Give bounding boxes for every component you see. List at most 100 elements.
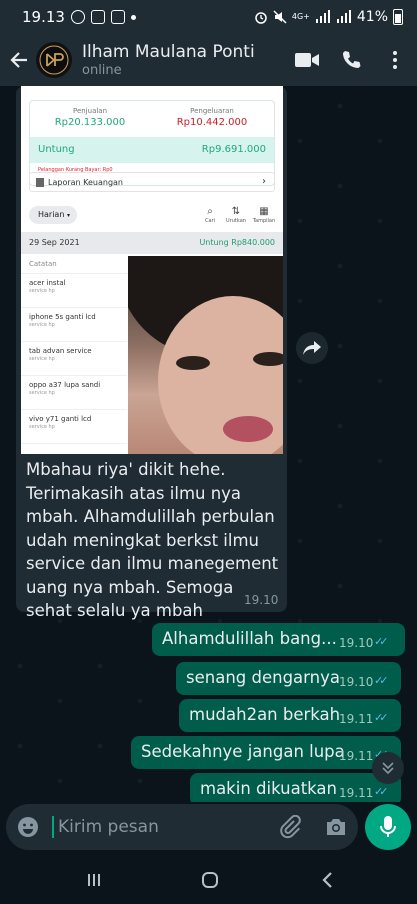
period-filter: Harian ▾: [29, 206, 77, 224]
alarm-icon: [255, 12, 267, 24]
profit-bar: Untung Rp9.691.000: [30, 137, 274, 163]
video-call-button[interactable]: [285, 38, 329, 82]
list-item: acer instal service hp: [21, 274, 127, 308]
report-row: Laporan Keuangan ›: [29, 172, 275, 192]
day-profit: Untung Rp840.000: [199, 238, 275, 247]
battery-percentage: 41%: [356, 9, 388, 25]
camera-icon[interactable]: [324, 815, 348, 839]
chat-header: Ilham Maulana Ponti online: [0, 34, 417, 86]
outgoing-message-time: 19.10: [339, 675, 374, 689]
status-left: 19.13: [22, 8, 136, 26]
incoming-message-text: Mbahau riya' dikit hehe. Terimakasih ata…: [26, 460, 279, 620]
back-nav-button[interactable]: [312, 868, 342, 892]
shared-screenshot-image[interactable]: Penjualan Rp20.133.000 Pengeluaran Rp10.…: [21, 86, 283, 454]
period-filter-label: Harian: [38, 210, 65, 219]
outgoing-message-bubble[interactable]: mudah2an berkah 19.11 ✓✓: [179, 699, 401, 732]
whatsapp-notification-icon: [70, 10, 85, 24]
battery-icon: [393, 9, 403, 25]
outgoing-message-text: makin dikuatkan: [200, 779, 338, 798]
home-icon: [202, 872, 218, 888]
search-icon: ⌕: [207, 206, 213, 217]
sales-value: Rp20.133.000: [54, 117, 126, 128]
chevron-left-icon: [322, 872, 332, 888]
sales-column: Penjualan Rp20.133.000: [30, 107, 150, 128]
search-tool: ⌕ Cari: [197, 206, 223, 224]
forward-arrow-icon: [303, 341, 321, 355]
signal-icon: [315, 10, 330, 23]
video-camera-icon: [295, 53, 319, 67]
sort-tool: ⇅ Urutkan: [223, 206, 249, 224]
forward-button[interactable]: [296, 332, 328, 364]
outgoing-message-bubble[interactable]: Sedekahnye jangan lupa 19.11 ✓✓: [131, 736, 401, 769]
outgoing-message-text: Alhamdulillah bang...: [162, 629, 337, 648]
photo-eye: [253, 352, 283, 366]
report-icon: [36, 178, 44, 187]
notification-icon: [110, 10, 125, 24]
item-title: vivo y71 ganti lcd: [29, 415, 92, 423]
outgoing-message-bubble[interactable]: makin dikuatkan 19.11 ✓✓: [190, 773, 401, 802]
list-header: Catatan: [21, 256, 127, 274]
message-input-placeholder: Kirim pesan: [58, 817, 159, 837]
emoji-icon[interactable]: [16, 815, 40, 839]
outgoing-message-time: 19.11: [339, 786, 374, 800]
signal-icon-2: [336, 10, 351, 23]
voice-message-button[interactable]: [365, 804, 411, 850]
view-tool-label: Tampilan: [252, 218, 276, 224]
item-subtitle: service hp: [29, 322, 55, 328]
expense-column: Pengeluaran Rp10.442.000: [152, 107, 272, 128]
message-composer: Kirim pesan: [0, 802, 417, 854]
contact-name: Ilham Maulana Ponti: [82, 42, 255, 62]
item-subtitle: service hp: [29, 390, 55, 396]
item-title: oppo a37 lupa sandi: [29, 381, 101, 389]
contact-info[interactable]: Ilham Maulana Ponti online: [82, 42, 285, 78]
system-navigation-bar: [0, 856, 417, 904]
date-row: 29 Sep 2021 Untung Rp840.000: [21, 232, 283, 254]
double-chevron-down-icon: [382, 762, 394, 775]
list-item: tab advan service service hp: [21, 342, 127, 376]
screenshot-finance-app: Penjualan Rp20.133.000 Pengeluaran Rp10.…: [21, 86, 283, 256]
recent-apps-icon: [88, 874, 100, 886]
chat-area[interactable]: Penjualan Rp20.133.000 Pengeluaran Rp10.…: [0, 86, 417, 802]
list-item: iphone 5s ganti lcd service hp: [21, 308, 127, 342]
read-receipt-icon: ✓✓: [374, 674, 389, 687]
item-title: acer instal: [29, 279, 66, 287]
home-button[interactable]: [195, 868, 225, 892]
recent-apps-button[interactable]: [79, 868, 109, 892]
message-input-box[interactable]: Kirim pesan: [6, 804, 358, 850]
item-subtitle: service hp: [29, 356, 55, 362]
transaction-list: Catatan acer instal service hp iphone 5s …: [21, 256, 127, 454]
microphone-icon: [380, 816, 396, 837]
arrow-left-icon: [10, 52, 27, 68]
contact-logo-icon: [39, 45, 69, 75]
profit-label: Untung: [38, 144, 75, 155]
sales-label: Penjualan: [72, 107, 108, 115]
outgoing-message-time: 19.11: [339, 712, 374, 726]
network-type: 4G+: [291, 12, 310, 21]
read-receipt-icon: ✓✓: [374, 635, 389, 648]
chevron-right-icon: ›: [262, 176, 266, 187]
outgoing-message-bubble[interactable]: senang dengarnya 19.10 ✓✓: [176, 662, 401, 695]
view-icon: ▦: [259, 206, 269, 217]
voice-call-button[interactable]: [329, 38, 373, 82]
search-tool-label: Cari: [205, 218, 215, 224]
photo-lips: [223, 416, 273, 442]
outgoing-message-bubble[interactable]: Alhamdulillah bang... 19.10 ✓✓: [152, 623, 405, 656]
paperclip-icon[interactable]: [278, 815, 302, 839]
more-options-button[interactable]: [373, 38, 417, 82]
read-receipt-icon: ✓✓: [374, 785, 389, 798]
read-receipt-icon: ✓✓: [374, 711, 389, 724]
kebab-menu-icon: [393, 51, 397, 69]
scroll-to-bottom-button[interactable]: [372, 752, 404, 784]
back-button[interactable]: [4, 40, 34, 80]
incoming-message-time: 19.10: [244, 593, 279, 607]
phone-icon: [343, 51, 361, 68]
item-subtitle: service hp: [29, 424, 55, 430]
item-title: iphone 5s ganti lcd: [29, 313, 96, 321]
status-right: 4G+ 41%: [254, 9, 403, 25]
avatar[interactable]: [36, 42, 72, 78]
sort-tool-label: Urutkan: [226, 218, 246, 224]
report-label: Laporan Keuangan: [48, 178, 123, 187]
outgoing-message-time: 19.11: [339, 749, 374, 763]
item-title: tab advan service: [29, 347, 92, 355]
chevron-down-icon: ▾: [66, 212, 70, 219]
